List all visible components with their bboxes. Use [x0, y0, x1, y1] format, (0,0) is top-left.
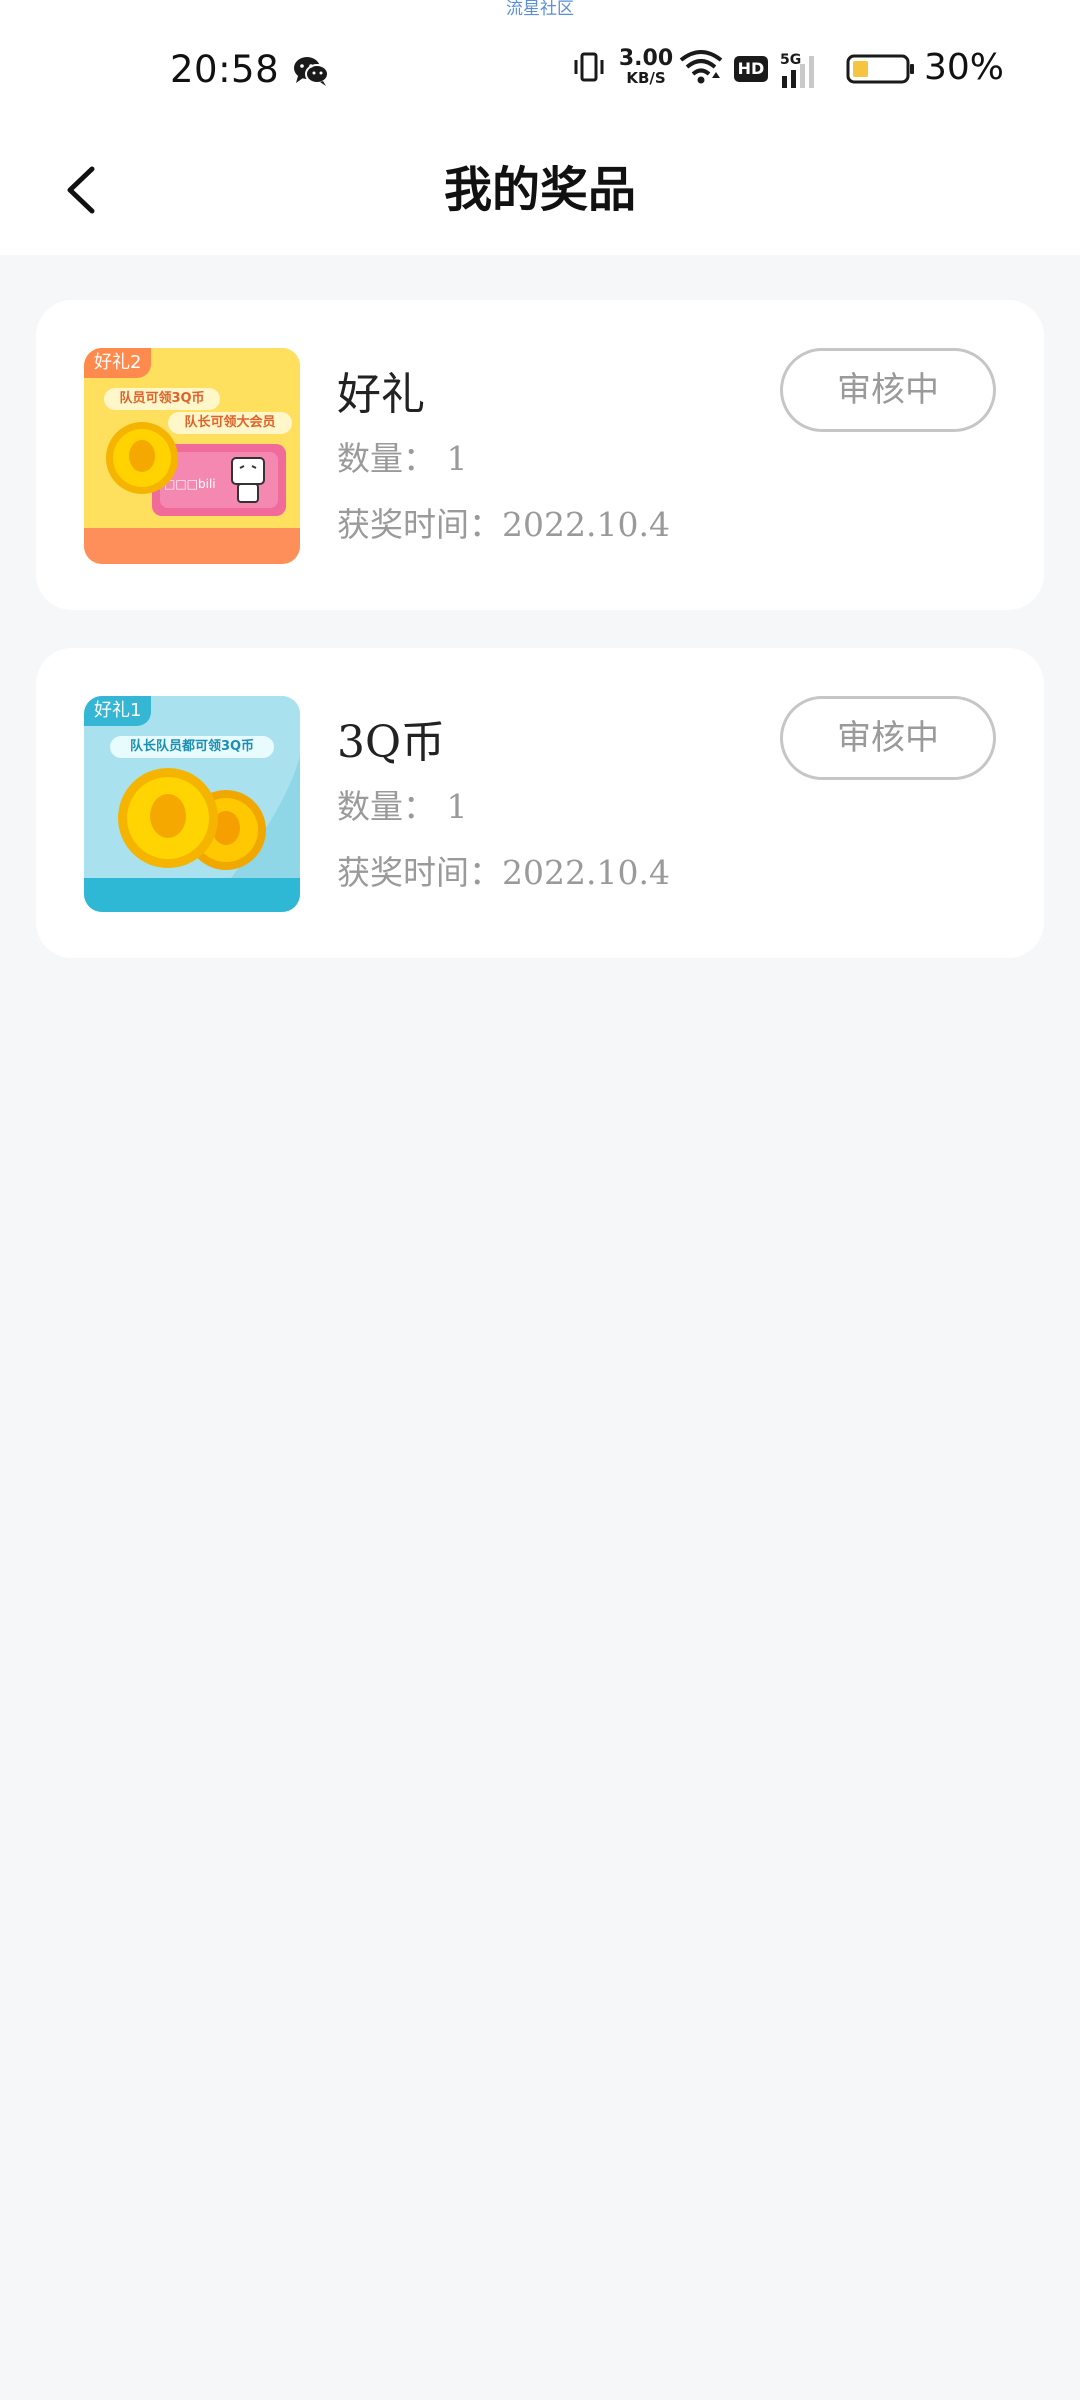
status-banner-text: 流星社区 [506, 0, 574, 19]
battery-percent: 30% [924, 47, 1005, 88]
prize-name: 3Q币 [337, 717, 446, 768]
thumb-tag: 好礼1 [84, 696, 152, 726]
prize-time: 获奖时间：2022.10.4 [337, 505, 670, 544]
prize-card[interactable]: □□□bili 好礼2 队员可领3Q币 队长可领大会员 好礼 数量： 1 获奖时… [36, 300, 1044, 610]
gift-coin-illustration: □□□bili [84, 348, 300, 564]
page-title: 我的奖品 [443, 162, 636, 218]
vibrate-icon [574, 52, 604, 82]
prize-thumbnail: 好礼1 队长队员都可领3Q币 [84, 696, 300, 912]
hd-badge: HD [734, 56, 768, 82]
prize-quantity: 数量： 1 [337, 787, 468, 826]
review-status-button[interactable]: 审核中 [780, 696, 996, 780]
coin-illustration [84, 696, 300, 912]
status-clock: 20:58 [170, 48, 280, 91]
review-status-button[interactable]: 审核中 [780, 348, 996, 432]
status-bar: 流星社区 20:58 3.00 KB/S HD 5G 30% [0, 0, 1080, 125]
prize-name: 好礼 [337, 369, 425, 420]
wifi-icon [679, 50, 723, 84]
signal-label: 5G [780, 52, 801, 68]
thumb-tag: 好礼2 [84, 348, 152, 378]
net-speed: 3.00 KB/S [618, 48, 674, 86]
prize-quantity: 数量： 1 [337, 439, 468, 478]
prize-thumbnail: □□□bili 好礼2 队员可领3Q币 队长可领大会员 [84, 348, 300, 564]
prize-time: 获奖时间：2022.10.4 [337, 853, 670, 892]
nav-bar: 我的奖品 [0, 125, 1080, 255]
status-icons: 3.00 KB/S HD 5G 30% [560, 44, 1080, 94]
net-speed-value: 3.00 [618, 46, 674, 71]
prize-card[interactable]: 好礼1 队长队员都可领3Q币 3Q币 数量： 1 获奖时间：2022.10.4 … [36, 648, 1044, 958]
net-speed-unit: KB/S [626, 69, 666, 87]
svg-text:□□□bili: □□□bili [164, 477, 216, 491]
thumb-bubble: 队员可领3Q币 [104, 388, 220, 410]
wechat-icon [294, 57, 329, 86]
battery-icon [846, 54, 914, 84]
thumb-bubble: 队长可领大会员 [168, 412, 292, 434]
battery-fill [853, 61, 868, 77]
signal-icon: 5G [780, 52, 814, 88]
thumb-bubble: 队长队员都可领3Q币 [110, 736, 274, 758]
